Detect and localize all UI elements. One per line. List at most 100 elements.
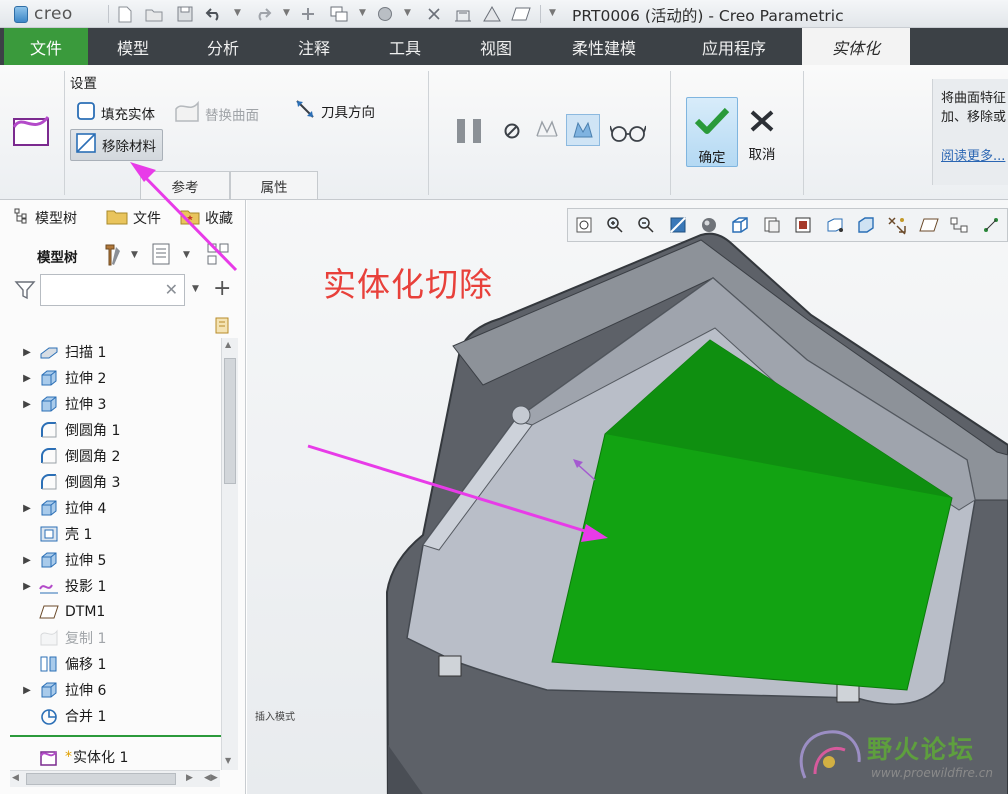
expand-arrow-icon[interactable]: ▶ xyxy=(16,685,38,696)
forum-name: 野火论坛 xyxy=(867,735,976,764)
separate-preview-icon[interactable] xyxy=(534,118,560,146)
tree-item[interactable]: DTM1 xyxy=(16,599,238,625)
remove-material-button[interactable]: 移除材料 xyxy=(70,129,163,161)
windows-dropdown-icon[interactable]: ▼ xyxy=(359,8,366,18)
appearance-icon[interactable] xyxy=(374,3,396,25)
scroll-right-icon[interactable]: ▶ xyxy=(186,773,193,783)
cancel-label: 取消 xyxy=(748,147,776,163)
tree-item[interactable]: 复制 1 xyxy=(16,625,238,651)
graphics-window[interactable]: 实体化切除 插入模式 野火论坛 www.proewildfire.cn xyxy=(247,200,1008,794)
scroll-up-icon[interactable]: ▲ xyxy=(225,340,231,349)
tree-item-label: 复制 1 xyxy=(65,631,107,647)
scroll-down-icon[interactable]: ▼ xyxy=(225,756,231,765)
clear-filter-icon[interactable]: ✕ xyxy=(165,280,178,299)
read-more-link[interactable]: 阅读更多... xyxy=(941,147,1008,166)
pause-icon[interactable] xyxy=(455,117,485,149)
tree-item-solidify[interactable]: * 实体化 1 xyxy=(10,744,222,770)
datum-plane-toolbar-icon[interactable] xyxy=(510,3,532,25)
tree-filter-input[interactable]: ✕ xyxy=(40,274,185,306)
undo-dropdown-icon[interactable]: ▼ xyxy=(234,8,241,18)
tab-model-tree[interactable]: 模型树 xyxy=(14,203,77,233)
tab-annotate[interactable]: 注释 xyxy=(268,28,360,65)
save-icon[interactable] xyxy=(174,3,196,25)
extrude-icon xyxy=(38,681,60,699)
filter-dropdown-icon[interactable]: ▼ xyxy=(192,284,199,294)
fill-solid-icon xyxy=(76,101,96,125)
tab-model[interactable]: 模型 xyxy=(88,28,178,65)
cancel-button[interactable]: 取消 xyxy=(740,97,784,167)
expand-arrow-icon[interactable]: ▶ xyxy=(16,581,38,592)
close-window-icon[interactable] xyxy=(423,3,445,25)
glasses-preview-icon[interactable] xyxy=(609,123,647,147)
tab-analysis[interactable]: 分析 xyxy=(178,28,268,65)
insert-indicator[interactable] xyxy=(10,735,222,737)
tree-item[interactable]: ▶ 拉伸 5 xyxy=(16,547,238,573)
scroll-left-icon[interactable]: ◀ xyxy=(12,773,19,783)
replace-surface-icon xyxy=(174,100,200,127)
tab-file[interactable]: 文件 xyxy=(4,28,88,65)
datum-axis-icon[interactable] xyxy=(481,3,503,25)
vertical-scroll-thumb[interactable] xyxy=(224,358,236,484)
fill-solid-button[interactable]: 填充实体 xyxy=(76,101,155,125)
tree-settings-icon[interactable] xyxy=(98,241,124,271)
tab-applications[interactable]: 应用程序 xyxy=(666,28,802,65)
tab-view[interactable]: 视图 xyxy=(450,28,542,65)
windows-icon[interactable] xyxy=(328,3,350,25)
scroll-page-icon[interactable]: ◀▶ xyxy=(204,773,218,783)
no-preview-icon[interactable] xyxy=(503,122,521,144)
tab-tools[interactable]: 工具 xyxy=(360,28,450,65)
tree-horizontal-scrollbar[interactable]: ◀ ▶ ◀▶ xyxy=(10,770,220,787)
tree-show-dropdown-icon[interactable]: ▼ xyxy=(183,250,190,260)
tree-item[interactable]: 壳 1 xyxy=(16,521,238,547)
tree-item[interactable]: ▶ 拉伸 6 xyxy=(16,677,238,703)
tree-item[interactable]: ▶ 拉伸 2 xyxy=(16,365,238,391)
measure-icon[interactable] xyxy=(452,3,474,25)
tool-direction-button[interactable]: 刀具方向 xyxy=(294,98,375,124)
tab-solidify[interactable]: 实体化 xyxy=(802,28,910,65)
expand-arrow-icon[interactable]: ▶ xyxy=(16,503,38,514)
insert-mode-label: 插入模式 xyxy=(255,712,295,723)
tree-settings-dropdown-icon[interactable]: ▼ xyxy=(131,250,138,260)
merge-icon xyxy=(38,707,60,725)
redo-dropdown-icon[interactable]: ▼ xyxy=(283,8,290,18)
replace-surface-button[interactable]: 替换曲面 xyxy=(174,100,259,127)
undo-icon[interactable] xyxy=(203,3,225,25)
ok-button[interactable]: 确定 xyxy=(686,97,738,167)
tree-item[interactable]: ▶ 拉伸 4 xyxy=(16,495,238,521)
redo-icon[interactable] xyxy=(252,3,274,25)
new-file-icon[interactable] xyxy=(114,3,136,25)
tree-item[interactable]: 倒圆角 2 xyxy=(16,443,238,469)
expand-arrow-icon[interactable]: ▶ xyxy=(16,399,38,410)
tab-flexible-modeling[interactable]: 柔性建模 xyxy=(542,28,666,65)
tree-item[interactable]: ▶ 投影 1 xyxy=(16,573,238,599)
tree-columns-icon[interactable] xyxy=(206,242,234,270)
appearance-dropdown-icon[interactable]: ▼ xyxy=(404,8,411,18)
tab-favorites[interactable]: 收藏 xyxy=(180,203,235,233)
tree-item-label: 拉伸 3 xyxy=(65,397,107,413)
tree-item[interactable]: ▶ 拉伸 3 xyxy=(16,391,238,417)
tree-item[interactable]: 合并 1 xyxy=(16,703,238,729)
tree-item[interactable]: 倒圆角 1 xyxy=(16,417,238,443)
feature-help-panel: 将曲面特征 加、移除或 阅读更多... xyxy=(932,79,1008,185)
regenerate-icon[interactable] xyxy=(297,3,319,25)
add-filter-icon[interactable]: + xyxy=(213,276,231,301)
customize-toolbar-icon[interactable]: ▼ xyxy=(549,8,556,18)
filter-icon[interactable] xyxy=(14,280,36,304)
tree-item-label: 倒圆角 2 xyxy=(65,449,121,465)
references-tab[interactable]: 参考 xyxy=(140,171,230,199)
part-model-view[interactable] xyxy=(247,200,1008,794)
tree-show-icon[interactable] xyxy=(151,242,173,270)
tree-item[interactable]: 倒圆角 3 xyxy=(16,469,238,495)
tree-item[interactable]: ▶ 扫描 1 xyxy=(16,339,238,365)
tree-column-header-icon[interactable] xyxy=(214,317,236,339)
verify-preview-button[interactable] xyxy=(566,114,600,146)
properties-tab[interactable]: 属性 xyxy=(230,171,318,199)
open-file-icon[interactable] xyxy=(143,3,165,25)
expand-arrow-icon[interactable]: ▶ xyxy=(16,347,38,358)
expand-arrow-icon[interactable]: ▶ xyxy=(16,555,38,566)
expand-arrow-icon[interactable]: ▶ xyxy=(16,373,38,384)
tab-folder-browser[interactable]: 文件 xyxy=(106,203,162,233)
tree-item[interactable]: 偏移 1 xyxy=(16,651,238,677)
tree-vertical-scrollbar[interactable]: ▲ ▼ xyxy=(221,338,238,770)
horizontal-scroll-thumb[interactable] xyxy=(26,773,176,785)
